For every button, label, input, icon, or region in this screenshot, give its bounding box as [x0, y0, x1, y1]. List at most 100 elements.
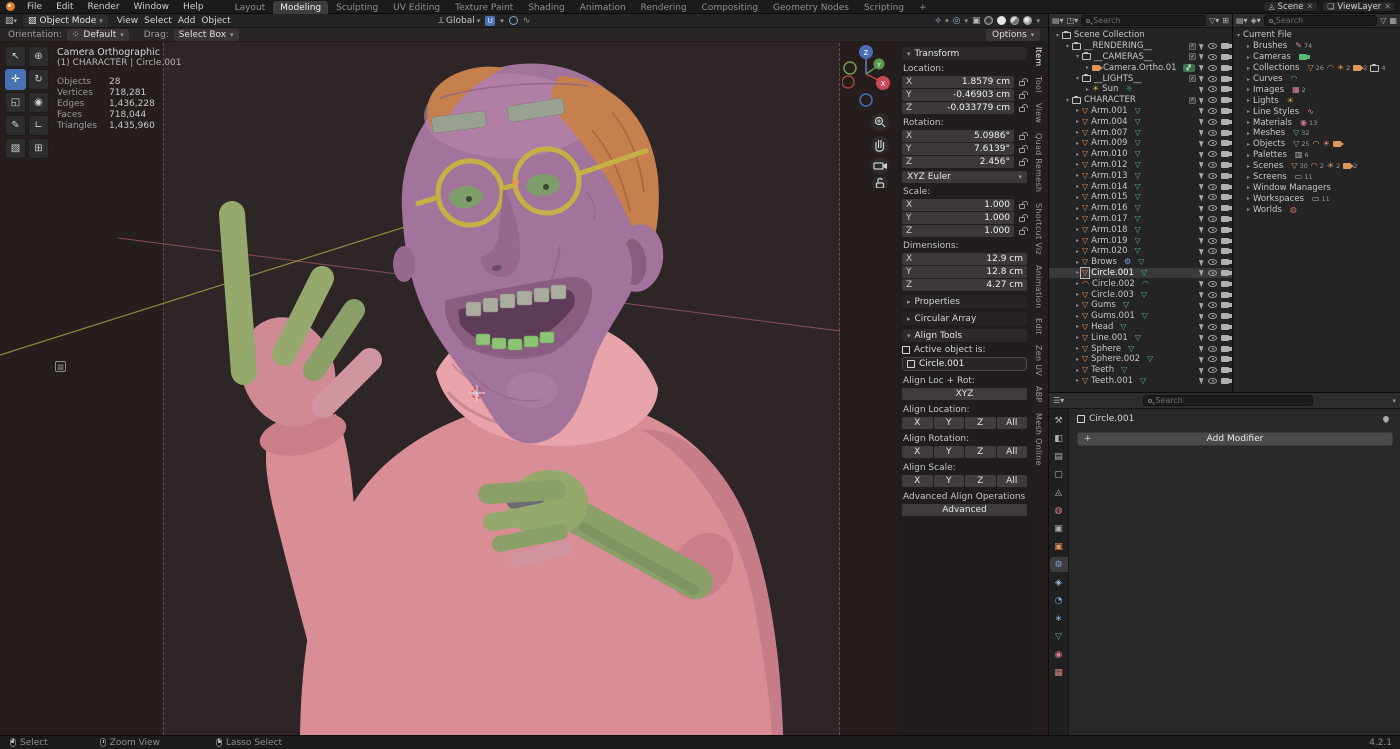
- disable-render-icon[interactable]: [1221, 75, 1232, 82]
- outliner-search-input[interactable]: Search: [1081, 15, 1207, 26]
- add-modifier-button[interactable]: + Add Modifier: [1077, 432, 1393, 446]
- transform-tool[interactable]: ◉: [28, 92, 49, 113]
- selectable-icon[interactable]: [1198, 204, 1206, 213]
- selectable-icon[interactable]: [1198, 53, 1206, 61]
- menu-render[interactable]: Render: [82, 1, 126, 13]
- hide-viewport-icon[interactable]: [1208, 323, 1217, 330]
- expand-icon[interactable]: ▸: [1247, 152, 1250, 159]
- selectable-icon[interactable]: [1198, 355, 1206, 364]
- expand-icon[interactable]: ▸: [1083, 64, 1092, 71]
- blend-file-row-lights[interactable]: ▸ Lights ☀: [1233, 95, 1400, 106]
- outliner-row-character[interactable]: ▾ CHARACTER ✓: [1049, 95, 1232, 106]
- workspace-tab-animation[interactable]: Animation: [573, 1, 633, 14]
- blend-file-row-workspaces[interactable]: ▸ Workspaces ▭ 11: [1233, 193, 1400, 204]
- expand-icon[interactable]: ▸: [1247, 163, 1250, 170]
- expand-icon[interactable]: ▸: [1073, 161, 1082, 168]
- hide-viewport-icon[interactable]: [1208, 64, 1217, 71]
- value-slider[interactable]: Y 1.000: [902, 212, 1014, 224]
- display-mode-icon[interactable]: ◈▾: [1251, 16, 1261, 25]
- outliner-row-arm-016[interactable]: ▸ ▽ Arm.016 ▽: [1049, 203, 1232, 214]
- expand-icon[interactable]: ▸: [1073, 269, 1082, 276]
- lock-icon[interactable]: [1016, 132, 1028, 140]
- workspace-tab-geometry-nodes[interactable]: Geometry Nodes: [766, 1, 856, 14]
- n-panel-tab-zen-uv[interactable]: Zen UV: [1032, 340, 1045, 381]
- disable-render-icon[interactable]: [1221, 377, 1232, 384]
- outliner-row-arm-004[interactable]: ▸ ▽ Arm.004 ▽: [1049, 116, 1232, 127]
- lock-icon[interactable]: [1016, 78, 1028, 86]
- workspace-tab-layout[interactable]: Layout: [228, 1, 273, 14]
- disable-render-icon[interactable]: [1221, 194, 1232, 201]
- value-slider[interactable]: Z 2.456°: [902, 156, 1014, 168]
- new-collection-icon[interactable]: ⊞: [1222, 16, 1229, 25]
- outliner-row-camera-ortho-01[interactable]: ▸ Camera.Ortho.01 ▞: [1049, 62, 1232, 73]
- expand-icon[interactable]: ▸: [1247, 174, 1250, 181]
- properties-tab-object-data[interactable]: ▽: [1050, 629, 1068, 644]
- align-rot-z-button[interactable]: Z: [965, 446, 996, 458]
- disable-render-icon[interactable]: [1221, 183, 1232, 190]
- lock-icon[interactable]: [1016, 145, 1028, 153]
- blend-file-row-curves[interactable]: ▸ Curves ◠: [1233, 74, 1400, 85]
- menu-edit[interactable]: Edit: [50, 1, 79, 13]
- outliner-row-scene-collection[interactable]: ▾ Scene Collection: [1049, 30, 1232, 41]
- expand-icon[interactable]: ▸: [1073, 313, 1082, 320]
- properties-tab-collection[interactable]: ▣: [1050, 521, 1068, 536]
- outliner-row-arm-007[interactable]: ▸ ▽ Arm.007 ▽: [1049, 127, 1232, 138]
- outliner-row-arm-018[interactable]: ▸ ▽ Arm.018 ▽: [1049, 224, 1232, 235]
- workspace-tab-shading[interactable]: Shading: [521, 1, 572, 14]
- expand-icon[interactable]: ▸: [1073, 367, 1082, 374]
- disable-render-icon[interactable]: [1221, 151, 1232, 158]
- outliner-row-arm-012[interactable]: ▸ ▽ Arm.012 ▽: [1049, 160, 1232, 171]
- properties-tab-physics[interactable]: ◔: [1050, 593, 1068, 608]
- expand-icon[interactable]: ▸: [1247, 130, 1250, 137]
- disable-render-icon[interactable]: [1221, 53, 1232, 60]
- outliner-row-rendering[interactable]: ▾ __RENDERING__ ✓: [1049, 41, 1232, 52]
- expand-icon[interactable]: ▸: [1247, 65, 1250, 72]
- selectable-icon[interactable]: [1198, 85, 1206, 94]
- blend-file-row-palettes[interactable]: ▸ Palettes ▥ 6: [1233, 150, 1400, 161]
- value-slider[interactable]: Y 7.6139°: [902, 143, 1014, 155]
- hide-viewport-icon[interactable]: [1208, 53, 1217, 60]
- editor-type-icon[interactable]: ☰▾: [1053, 396, 1064, 405]
- outliner-row-arm-020[interactable]: ▸ ▽ Arm.020 ▽: [1049, 246, 1232, 257]
- disable-render-icon[interactable]: [1221, 356, 1232, 363]
- n-panel-tab-tool[interactable]: Tool: [1032, 71, 1045, 98]
- expand-icon[interactable]: ▸: [1073, 237, 1082, 244]
- expand-icon[interactable]: ▸: [1247, 76, 1250, 83]
- move-tool[interactable]: ✛: [5, 69, 26, 90]
- expand-icon[interactable]: ▾: [1053, 32, 1062, 39]
- expand-icon[interactable]: ▸: [1247, 43, 1250, 50]
- annotate-tool[interactable]: ✎: [5, 115, 26, 136]
- disable-render-icon[interactable]: [1221, 161, 1232, 168]
- workspace-tab-compositing[interactable]: Compositing: [695, 1, 765, 14]
- expand-icon[interactable]: ▸: [1247, 206, 1250, 213]
- hide-viewport-icon[interactable]: [1208, 107, 1217, 114]
- hide-viewport-icon[interactable]: [1208, 183, 1217, 190]
- disable-render-icon[interactable]: [1221, 291, 1232, 298]
- selectable-icon[interactable]: [1198, 344, 1206, 353]
- hide-viewport-icon[interactable]: [1208, 302, 1217, 309]
- align-loc-x-button[interactable]: X: [902, 417, 933, 429]
- value-slider[interactable]: X 5.0986°: [902, 130, 1014, 142]
- selectable-icon[interactable]: [1198, 376, 1206, 385]
- expand-icon[interactable]: ▸: [1073, 259, 1082, 266]
- chevron-down-icon[interactable]: ▾: [964, 17, 968, 25]
- expand-icon[interactable]: ▾: [1063, 43, 1072, 50]
- n-panel-tab-item[interactable]: Item: [1032, 42, 1045, 72]
- disable-render-icon[interactable]: [1221, 313, 1232, 320]
- blend-file-row-images[interactable]: ▸ Images ▦ 2: [1233, 84, 1400, 95]
- shading-solid-icon[interactable]: [997, 16, 1007, 25]
- selectable-icon[interactable]: [1198, 106, 1206, 115]
- blend-file-row-meshes[interactable]: ▸ Meshes ▽ 32: [1233, 128, 1400, 139]
- hide-viewport-icon[interactable]: [1208, 291, 1217, 298]
- outliner-row-teeth[interactable]: ▸ ▽ Teeth ▽: [1049, 365, 1232, 376]
- overlay-icon[interactable]: ▦: [1389, 16, 1397, 25]
- chevron-down-icon[interactable]: ▾: [1392, 397, 1396, 405]
- hide-viewport-icon[interactable]: [1208, 215, 1217, 222]
- align-rot-all-button[interactable]: All: [996, 446, 1027, 458]
- select-box-tool[interactable]: ↖: [5, 46, 26, 67]
- xray-toggle-icon[interactable]: ▣: [972, 16, 981, 26]
- disable-render-icon[interactable]: [1221, 205, 1232, 212]
- properties-tab-tool[interactable]: ⚒: [1050, 413, 1068, 428]
- pin-icon[interactable]: [1381, 414, 1391, 424]
- align-rot-y-button[interactable]: Y: [933, 446, 964, 458]
